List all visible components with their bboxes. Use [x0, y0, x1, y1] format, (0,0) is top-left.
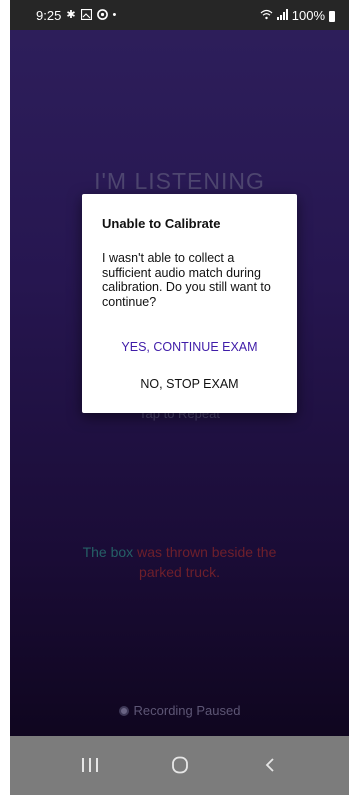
stop-exam-button[interactable]: NO, STOP EXAM: [82, 377, 297, 391]
home-button[interactable]: [140, 736, 220, 795]
continue-exam-button[interactable]: YES, CONTINUE EXAM: [82, 340, 297, 354]
navigation-bar: [10, 736, 349, 795]
back-icon: [265, 758, 274, 772]
dot-icon: •: [112, 9, 117, 21]
back-button[interactable]: [230, 736, 310, 795]
dialog-title: Unable to Calibrate: [102, 216, 221, 231]
battery-icon: [329, 11, 335, 22]
status-left: 9:25 ✱ •: [36, 8, 116, 23]
phone-screen: 9:25 ✱ • 100% I'M LISTENING Tap to Repea…: [10, 0, 349, 795]
app-icon: [96, 8, 108, 23]
battery-percent: 100%: [291, 8, 325, 23]
gallery-icon: [80, 8, 92, 23]
dialog-message: I wasn't able to collect a sufficient au…: [102, 251, 271, 309]
recent-apps-icon: [82, 758, 98, 772]
status-right: 100%: [260, 8, 335, 23]
home-icon: [172, 756, 188, 774]
calibration-dialog: Unable to Calibrate I wasn't able to col…: [82, 194, 297, 413]
wifi-icon: [260, 8, 273, 23]
signal-icon: [276, 8, 288, 23]
settings-icon: ✱: [66, 9, 76, 21]
recent-apps-button[interactable]: [50, 736, 130, 795]
status-bar: 9:25 ✱ • 100%: [10, 0, 349, 30]
status-time: 9:25: [36, 8, 62, 23]
